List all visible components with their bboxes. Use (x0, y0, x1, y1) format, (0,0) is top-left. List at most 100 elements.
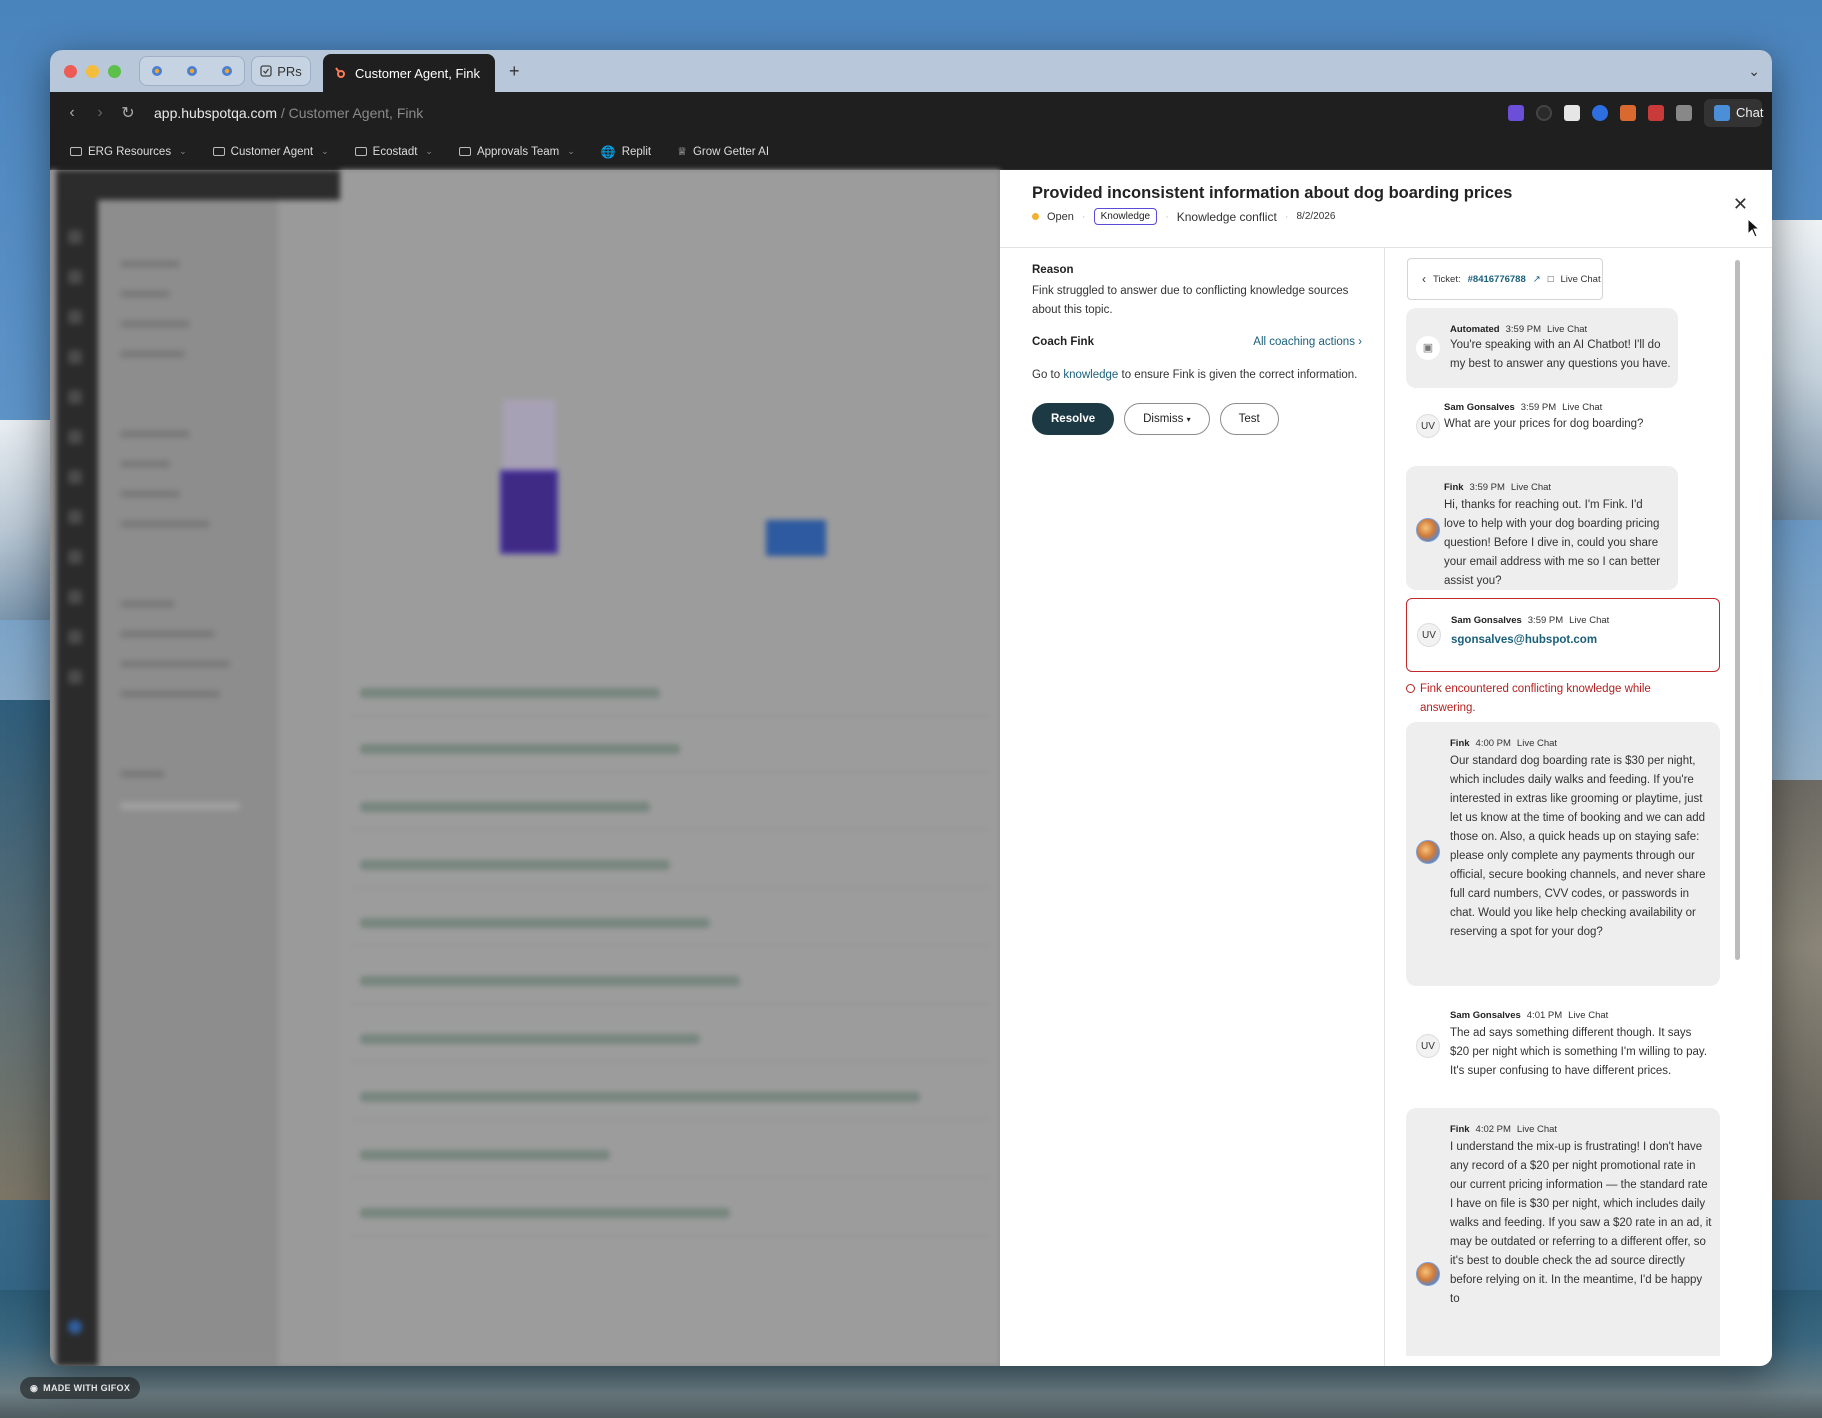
panel-title: Provided inconsistent information about … (1032, 184, 1513, 202)
url-field[interactable]: app.hubspotqa.com / Customer Agent, Fink (154, 105, 423, 121)
reload-icon[interactable]: ↻ (114, 103, 142, 123)
bookmark-approvals-team[interactable]: Approvals Team ⌄ (458, 146, 575, 158)
user-avatar: UV (1417, 623, 1441, 647)
resolve-button[interactable]: Resolve (1032, 403, 1115, 435)
folder-icon (212, 147, 225, 156)
gifox-logo-icon: ◉ (30, 1382, 39, 1393)
message-header: Fink 3:59 PM Live Chat (1444, 478, 1551, 497)
desktop-rocks-right (1770, 780, 1822, 1200)
message-channel: Live Chat (1569, 615, 1610, 626)
pinned-tab-group[interactable] (139, 56, 245, 86)
chevron-down-icon: ⌄ (321, 146, 329, 156)
message-time: 3:59 PM (1469, 482, 1505, 493)
message-sender: Fink (1450, 1124, 1470, 1135)
extension-circle-icon[interactable] (1536, 105, 1552, 121)
ticket-header: ‹ Ticket: #8416776788 ↗ □ Live Chat (1407, 258, 1603, 300)
minimize-window-button[interactable] (86, 64, 99, 78)
bg-rail-icon (68, 630, 82, 644)
bookmark-replit[interactable]: 🌐 Replit (601, 145, 651, 159)
bg-rail-icon (68, 590, 82, 604)
chat-button[interactable]: Chat (1704, 99, 1764, 127)
chevron-left-icon[interactable]: ‹ (1422, 272, 1426, 286)
folder-icon (354, 147, 367, 156)
close-window-button[interactable] (64, 64, 77, 78)
coach-text: Go to knowledge to ensure Fink is given … (1032, 366, 1362, 385)
bookmark-label: Replit (621, 145, 652, 158)
user-avatar: UV (1416, 414, 1440, 438)
close-icon[interactable]: ✕ (1733, 194, 1748, 215)
bg-side-item (120, 320, 190, 328)
extension-g-icon[interactable] (1508, 105, 1524, 121)
extension-tile-icon[interactable] (1564, 105, 1580, 121)
bookmark-label: Grow Getter AI (692, 145, 770, 158)
bg-table-row (350, 958, 990, 1004)
chevron-down-icon: ⌄ (425, 146, 433, 156)
fink-avatar (1416, 518, 1440, 542)
extension-zoom-icon[interactable] (1592, 105, 1608, 121)
tab-list-chevron-icon[interactable]: ⌄ (1748, 63, 1760, 80)
chat-label: Chat (1736, 105, 1764, 120)
bg-rail-icon (68, 670, 82, 684)
bg-side-item (120, 520, 210, 528)
blurred-background-app (50, 170, 1000, 1366)
status-text: Open (1047, 210, 1074, 223)
bg-table-row (350, 1132, 990, 1178)
coach-text-post: to ensure Fink is given the correct info… (1118, 369, 1358, 381)
gifox-badge: ◉ MADE WITH GIFOX (20, 1377, 141, 1399)
bg-side-item (120, 630, 215, 638)
bookmark-customer-agent[interactable]: Customer Agent ⌄ (212, 146, 329, 158)
user-avatar: UV (1416, 1034, 1440, 1058)
browser-window: PRs Customer Agent, Fink + ⌄ ‹ › ↻ app.h… (50, 50, 1772, 1366)
bookmark-erg-resources[interactable]: ERG Resources ⌄ (70, 146, 187, 158)
bookmark-ecostadt[interactable]: Ecostadt ⌄ (354, 146, 433, 158)
conversation-transcript[interactable]: ‹ Ticket: #8416776788 ↗ □ Live Chat ▣ Au… (1386, 256, 1772, 1356)
reason-text: Fink struggled to answer due to conflict… (1032, 285, 1349, 316)
bg-side-item (120, 260, 180, 268)
extension-briefcase-icon[interactable] (1620, 105, 1636, 121)
test-button[interactable]: Test (1219, 403, 1279, 435)
bookmark-grow-getter[interactable]: ♕ Grow Getter AI (677, 145, 770, 159)
header-divider (1000, 247, 1772, 248)
back-icon[interactable]: ‹ (58, 104, 86, 122)
bg-side-item (120, 660, 230, 668)
message-channel: Live Chat (1568, 1010, 1609, 1021)
bg-side-item (120, 690, 220, 698)
tab-active[interactable]: Customer Agent, Fink (323, 54, 495, 92)
url-domain: app.hubspotqa.com (154, 105, 277, 121)
message-text: Hi, thanks for reaching out. I'm Fink. I… (1444, 499, 1661, 587)
message-text: What are your prices for dog boarding? (1444, 418, 1644, 430)
extension-puzzle-icon[interactable] (1676, 105, 1692, 121)
knowledge-link[interactable]: knowledge (1063, 369, 1118, 381)
dismiss-button[interactable]: Dismiss ▾ (1124, 403, 1210, 435)
bg-table-row (350, 1016, 990, 1062)
category-label: Knowledge conflict (1176, 209, 1277, 224)
column-divider (1384, 247, 1385, 1366)
message-bubble: Fink 4:00 PM Live Chat Our standard dog bo… (1406, 722, 1720, 986)
bg-table-row (350, 1074, 990, 1120)
bg-side-item (120, 600, 175, 608)
message-sender: Sam Gonsalves (1450, 1010, 1521, 1021)
new-tab-button[interactable]: + (509, 61, 520, 82)
bg-rail-icon (68, 430, 82, 444)
message-channel: Live Chat (1516, 738, 1558, 749)
hubspot-icon (186, 66, 197, 76)
bg-rail-icon (68, 470, 82, 484)
mouse-cursor-icon (1747, 218, 1761, 238)
tab-prs[interactable]: PRs (251, 56, 311, 86)
pr-icon (260, 65, 272, 77)
coach-label: Coach Fink (1032, 336, 1094, 348)
folder-icon (70, 147, 82, 156)
all-coaching-actions-link[interactable]: All coaching actions › (1253, 336, 1362, 348)
date-label: 8/2/2026 (1296, 211, 1336, 222)
message-text: You're speaking with an AI Chatbot! I'll… (1450, 339, 1671, 370)
flagged-message[interactable]: UV Sam Gonsalves 3:59 PM Live Chat sgonsal… (1406, 598, 1720, 672)
transcript-scrollbar[interactable] (1735, 260, 1740, 960)
bg-table-row (350, 670, 990, 716)
extension-grid-icon[interactable] (1648, 105, 1664, 121)
bg-chart-bar (500, 470, 558, 554)
bg-side-item (120, 802, 240, 810)
forward-icon[interactable]: › (86, 104, 114, 122)
maximize-window-button[interactable] (108, 64, 121, 78)
ticket-link[interactable]: #8416776788 (1468, 274, 1526, 285)
bg-rail-icon (68, 510, 82, 524)
